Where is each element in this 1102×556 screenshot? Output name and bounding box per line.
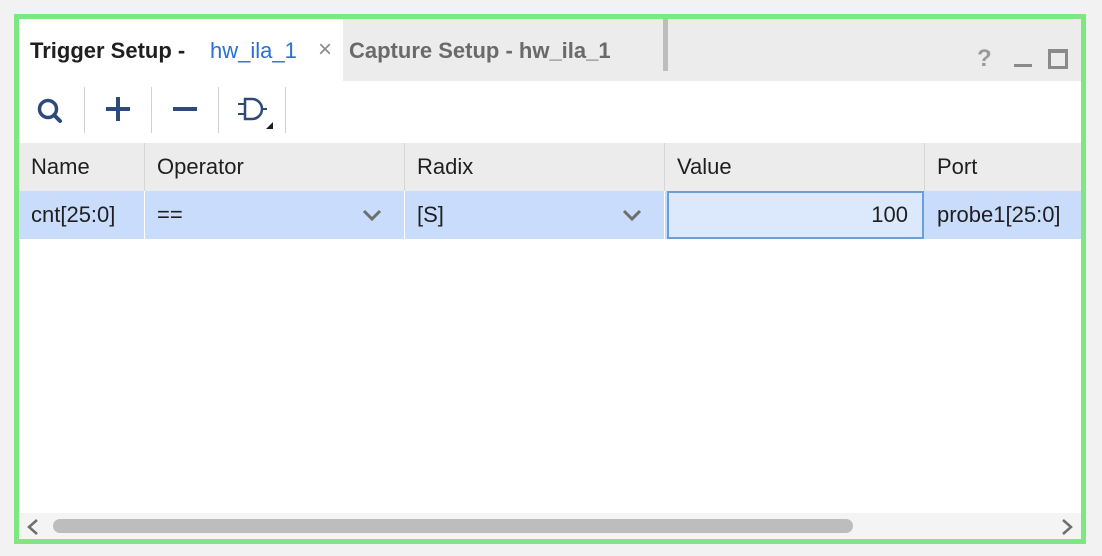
trigger-condition-button[interactable]: [228, 89, 276, 133]
column-header-operator[interactable]: Operator: [145, 143, 405, 191]
trigger-setup-panel: Trigger Setup - hw_ila_1 × Capture Setup…: [14, 14, 1086, 544]
tab-title: Trigger Setup -: [30, 38, 186, 63]
radix-select[interactable]: [S]: [405, 191, 665, 239]
minus-icon: [173, 107, 197, 111]
search-button[interactable]: [27, 89, 75, 133]
toolbar-divider: [218, 87, 219, 133]
add-button[interactable]: [94, 89, 142, 133]
horizontal-scrollbar[interactable]: [19, 513, 1081, 539]
help-icon[interactable]: ?: [977, 45, 992, 73]
operator-select[interactable]: ==: [145, 191, 405, 239]
and-gate-icon: [238, 97, 273, 129]
trigger-table: Name Operator Radix Value Port cnt[25:0]…: [19, 143, 1081, 513]
toolbar: [19, 81, 1081, 141]
radix-value: [S]: [417, 202, 444, 227]
tab-capture-setup[interactable]: Capture Setup - hw_ila_1: [343, 19, 668, 71]
search-icon: [37, 98, 62, 123]
toolbar-divider: [84, 87, 85, 133]
minimize-icon[interactable]: [1014, 64, 1032, 67]
cell-name: cnt[25:0]: [19, 191, 145, 239]
toolbar-divider: [285, 87, 286, 133]
toolbar-divider: [151, 87, 152, 133]
table-row[interactable]: cnt[25:0] == [S] 100 probe1[25:0]: [19, 191, 1081, 239]
operator-value: ==: [157, 202, 183, 227]
close-icon[interactable]: ×: [314, 37, 336, 63]
scroll-left-icon[interactable]: [25, 518, 41, 536]
column-header-name[interactable]: Name: [19, 143, 145, 191]
value-input[interactable]: 100: [667, 191, 924, 239]
tab-trigger-setup[interactable]: Trigger Setup - hw_ila_1 ×: [19, 19, 343, 81]
remove-button[interactable]: [161, 89, 209, 133]
chevron-down-icon[interactable]: [361, 205, 383, 225]
scroll-right-icon[interactable]: [1059, 518, 1075, 536]
plus-icon: [106, 97, 130, 121]
tab-title: Capture Setup - hw_ila_1: [349, 38, 611, 63]
table-header: Name Operator Radix Value Port: [19, 143, 1081, 191]
tab-target-link[interactable]: hw_ila_1: [210, 38, 297, 64]
column-header-radix[interactable]: Radix: [405, 143, 665, 191]
maximize-icon[interactable]: [1048, 49, 1068, 69]
scrollbar-thumb[interactable]: [53, 519, 853, 533]
column-header-value[interactable]: Value: [665, 143, 925, 191]
tab-bar: Trigger Setup - hw_ila_1 × Capture Setup…: [19, 19, 1081, 81]
column-header-port[interactable]: Port: [925, 143, 1081, 191]
chevron-down-icon[interactable]: [621, 205, 643, 225]
cell-port: probe1[25:0]: [937, 202, 1061, 227]
